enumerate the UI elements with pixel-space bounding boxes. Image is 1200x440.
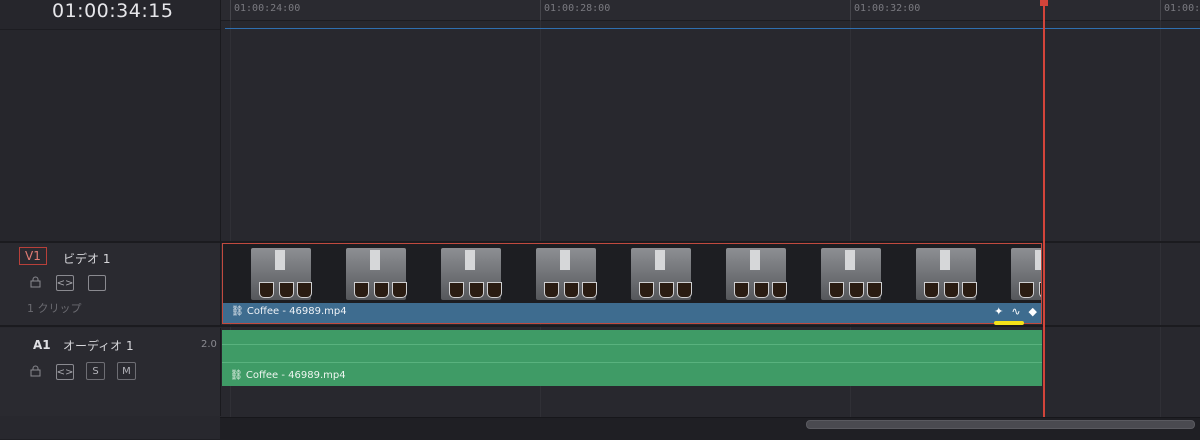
thumbnail-frame (223, 244, 318, 303)
video-clip-name: ⛓ Coffee - 46989.mp4 (231, 306, 347, 317)
audio-track-badge[interactable]: A1 (28, 337, 56, 353)
audio-channel-format: 2.0 (201, 339, 217, 350)
audio-waveform-line (222, 362, 1042, 363)
thumbnail-frame (888, 244, 983, 303)
link-icon: ⛓ (230, 370, 243, 381)
thumbnail-frame (603, 244, 698, 303)
timeline-ruler[interactable]: 01:00:24:00 01:00:28:00 01:00:32:00 01:0… (221, 0, 1200, 21)
audio-clip[interactable]: ⛓ Coffee - 46989.mp4 (222, 330, 1042, 386)
timeline-range-line (225, 28, 1200, 29)
thumbnail-frame (318, 244, 413, 303)
ruler-label: 01:00:28:00 (544, 3, 611, 14)
ruler-label: 01:00:32:00 (854, 3, 921, 14)
header-divider (0, 29, 220, 30)
curve-icon[interactable]: ∿ (1011, 305, 1020, 318)
audio-clip-name: ⛓ Coffee - 46989.mp4 (230, 370, 346, 381)
clip-label-bar: ⛓ Coffee - 46989.mp4 ✦ ∿ ◆ (223, 303, 1041, 323)
auto-select-icon[interactable]: <> (56, 364, 74, 380)
ruler-tick (230, 0, 231, 20)
thumbnail-frame (508, 244, 603, 303)
thumbnail-frame (983, 244, 1041, 303)
video-clip[interactable]: ⛓ Coffee - 46989.mp4 ✦ ∿ ◆ (222, 243, 1042, 324)
thumbnail-frame (698, 244, 793, 303)
track-divider (0, 325, 1200, 327)
auto-select-icon[interactable]: <> (56, 275, 74, 291)
video-clip-name-text: Coffee - 46989.mp4 (246, 306, 347, 317)
link-icon: ⛓ (231, 306, 244, 317)
video-track-name[interactable]: ビデオ 1 (63, 250, 110, 267)
clip-status-icons: ✦ ∿ ◆ (994, 305, 1037, 318)
timeline-header-panel: 01:00:34:15 (0, 0, 221, 242)
solo-button[interactable]: S (86, 362, 105, 380)
lock-icon[interactable] (27, 364, 43, 378)
bottom-left-panel (0, 417, 220, 439)
curve-indicator-marker (994, 321, 1024, 325)
audio-waveform-line (222, 344, 1042, 345)
timecode-display[interactable]: 01:00:34:15 (52, 0, 173, 22)
ruler-label: 01:00:36:00 (1164, 3, 1200, 14)
grid-line (1160, 20, 1161, 420)
playhead[interactable] (1043, 0, 1045, 420)
audio-clip-name-text: Coffee - 46989.mp4 (245, 370, 346, 381)
playhead-handle[interactable] (1040, 0, 1048, 6)
ruler-label: 01:00:24:00 (234, 3, 301, 14)
clip-count: 1 クリップ (27, 302, 82, 315)
ruler-tick (1160, 0, 1161, 20)
keyframe-icon[interactable]: ◆ (1029, 305, 1037, 318)
video-track-badge[interactable]: V1 (19, 247, 47, 265)
thumbnail-frame (413, 244, 508, 303)
lock-icon[interactable] (27, 275, 43, 289)
mute-button[interactable]: M (117, 362, 136, 380)
sparkle-icon[interactable]: ✦ (994, 305, 1003, 318)
track-display-icon[interactable] (88, 275, 106, 291)
clip-thumbnails (223, 244, 1041, 303)
audio-track-name[interactable]: オーディオ 1 (63, 337, 134, 354)
thumbnail-frame (793, 244, 888, 303)
ruler-tick (850, 0, 851, 20)
horizontal-scrollbar[interactable] (806, 420, 1195, 429)
ruler-tick (540, 0, 541, 20)
